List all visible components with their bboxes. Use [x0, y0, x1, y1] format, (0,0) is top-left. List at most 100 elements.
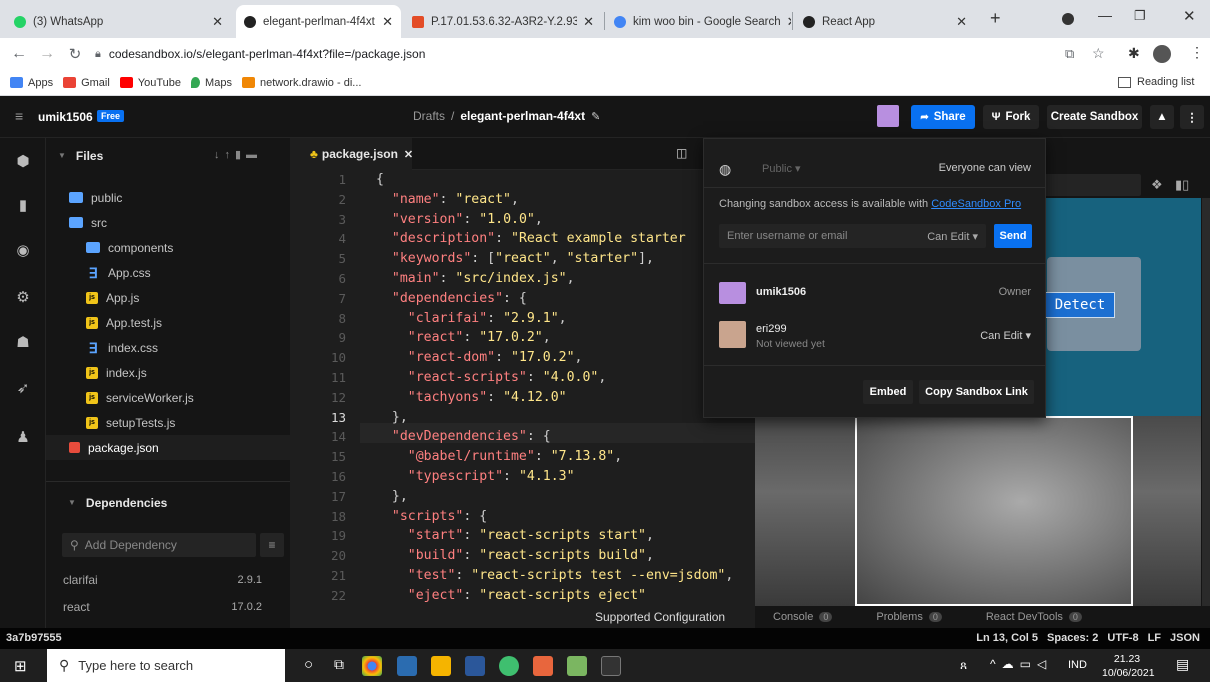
- preview-scrollbar[interactable]: [1202, 198, 1210, 606]
- add-dependency-input[interactable]: ⚲ Add Dependency: [62, 533, 256, 557]
- menu-icon[interactable]: ⋮: [1190, 44, 1204, 61]
- file-tree-item[interactable]: js App.test.js: [46, 310, 290, 335]
- code-line[interactable]: "eject": "react-scripts eject": [376, 586, 733, 606]
- hamburger-menu-icon[interactable]: ≡: [15, 108, 23, 124]
- code-line[interactable]: "scripts": {: [376, 507, 733, 527]
- close-tab-icon[interactable]: ✕: [404, 148, 413, 161]
- file-actions-icons[interactable]: ↓↑▮▬: [214, 148, 262, 161]
- visibility-select[interactable]: Public ▾: [762, 162, 801, 175]
- member-role-select[interactable]: Can Edit ▾: [980, 329, 1031, 342]
- bookmark-apps[interactable]: Apps: [10, 77, 53, 89]
- detect-button[interactable]: Detect: [1045, 292, 1115, 318]
- code-line[interactable]: "@babel/runtime": "7.13.8",: [376, 447, 733, 467]
- cursor-position[interactable]: Ln 13, Col 5: [976, 632, 1038, 644]
- preview-layout-icon[interactable]: ▮▯: [1175, 177, 1189, 193]
- indentation[interactable]: Spaces: 2: [1047, 632, 1098, 644]
- file-tree-item[interactable]: ∃ App.css: [46, 260, 290, 285]
- dependencies-section-header[interactable]: ▼ Dependencies: [46, 490, 290, 515]
- breadcrumb-drafts[interactable]: Drafts: [413, 109, 445, 123]
- fork-button[interactable]: Ψ Fork: [983, 105, 1039, 129]
- code-content[interactable]: { "name": "react", "version": "1.0.0", "…: [376, 170, 733, 606]
- file-tree-item[interactable]: src: [46, 210, 290, 235]
- word-taskbar-icon[interactable]: [465, 656, 485, 676]
- code-line[interactable]: },: [376, 408, 733, 428]
- back-arrow-icon[interactable]: ←: [8, 45, 30, 63]
- code-line[interactable]: "dependencies": {: [376, 289, 733, 309]
- code-line[interactable]: "name": "react",: [376, 190, 733, 210]
- more-menu-icon[interactable]: ⋮: [1180, 105, 1204, 129]
- code-line[interactable]: },: [376, 487, 733, 507]
- codesandbox-taskbar-icon[interactable]: [533, 656, 553, 676]
- browser-tab-codesandbox[interactable]: elegant-perlman-4f4xt - Cod ✕: [236, 5, 401, 38]
- notifications-bell-icon[interactable]: ▲: [1150, 105, 1174, 129]
- deploy-rocket-icon[interactable]: ➶: [15, 381, 31, 397]
- avatar[interactable]: [1153, 45, 1171, 63]
- search-icon[interactable]: ◉: [15, 243, 31, 259]
- sandbox-info-icon[interactable]: ⬢: [15, 154, 31, 170]
- code-line[interactable]: "build": "react-scripts build",: [376, 546, 733, 566]
- code-line[interactable]: {: [376, 170, 733, 190]
- code-line[interactable]: "keywords": ["react", "starter"],: [376, 249, 733, 269]
- reading-list-button[interactable]: Reading list: [1118, 76, 1194, 88]
- close-tab-icon[interactable]: ✕: [950, 14, 967, 30]
- bookmark-drawio[interactable]: network.drawio - di...: [241, 77, 361, 89]
- code-line[interactable]: "version": "1.0.0",: [376, 210, 733, 230]
- file-tree-item[interactable]: package.json: [46, 435, 290, 460]
- add-dependency-menu-icon[interactable]: ≡: [260, 533, 284, 557]
- people-icon[interactable]: ጸ: [960, 658, 967, 673]
- windows-start-icon[interactable]: ⊞: [14, 657, 27, 675]
- dependency-row[interactable]: react 17.0.2: [46, 594, 290, 619]
- code-line[interactable]: "react-scripts": "4.0.0",: [376, 368, 733, 388]
- input-language[interactable]: IND: [1068, 659, 1087, 671]
- react-devtools-tab[interactable]: React DevTools: [986, 611, 1063, 623]
- file-tree-item[interactable]: js serviceWorker.js: [46, 385, 290, 410]
- notifications-icon[interactable]: ▤: [1176, 656, 1189, 673]
- settings-gear-icon[interactable]: ⚙: [15, 290, 31, 306]
- bookmark-gmail[interactable]: Gmail: [63, 77, 110, 89]
- clock[interactable]: 21.23 10/06/2021: [1102, 652, 1155, 680]
- install-icon[interactable]: ⧉: [1065, 46, 1074, 62]
- extensions-icon[interactable]: ✱: [1128, 45, 1140, 62]
- file-tree-item[interactable]: components: [46, 235, 290, 260]
- console-tab[interactable]: Console: [773, 611, 813, 623]
- browser-tab-google[interactable]: kim woo bin - Google Search ✕: [606, 5, 791, 38]
- codesandbox-pro-link[interactable]: CodeSandbox Pro: [931, 198, 1021, 210]
- line-ending[interactable]: LF: [1148, 632, 1161, 644]
- maps-taskbar-icon[interactable]: [499, 656, 519, 676]
- files-section-header[interactable]: ▼ Files ↓↑▮▬: [46, 143, 290, 168]
- encoding[interactable]: UTF-8: [1107, 632, 1138, 644]
- invite-input[interactable]: Enter username or email Can Edit ▾: [719, 224, 986, 248]
- forward-arrow-icon[interactable]: →: [36, 45, 58, 63]
- user-avatar-icon[interactable]: [877, 105, 899, 127]
- profile-icon[interactable]: [1062, 13, 1074, 25]
- code-line[interactable]: "description": "React example starter: [376, 229, 733, 249]
- live-users-icon[interactable]: ♟: [15, 430, 31, 446]
- file-tree-item[interactable]: js setupTests.js: [46, 410, 290, 435]
- browser-tab-document[interactable]: P.17.01.53.6.32-A3R2-Y.2.93.0 ✕: [404, 5, 602, 38]
- system-tray-icons[interactable]: ^☁▭◁: [990, 657, 1052, 671]
- cortana-icon[interactable]: ○: [304, 656, 313, 673]
- close-tab-icon[interactable]: ✕: [376, 14, 393, 30]
- problems-tab[interactable]: Problems: [876, 611, 922, 623]
- new-tab-button[interactable]: +: [990, 8, 1001, 29]
- code-line[interactable]: "main": "src/index.js",: [376, 269, 733, 289]
- close-tab-icon[interactable]: ✕: [206, 14, 223, 30]
- taskbar-search-box[interactable]: ⚲ Type here to search: [47, 649, 285, 682]
- close-window-button[interactable]: ✕: [1183, 7, 1196, 25]
- send-invite-button[interactable]: Send: [994, 224, 1032, 248]
- file-tree-item[interactable]: public: [46, 185, 290, 210]
- split-view-icon[interactable]: ◫: [676, 146, 687, 160]
- embed-button[interactable]: Embed: [863, 380, 913, 404]
- code-line[interactable]: "clarifai": "2.9.1",: [376, 309, 733, 329]
- preview-url-field[interactable]: [1041, 174, 1141, 196]
- code-line[interactable]: "react": "17.0.2",: [376, 328, 733, 348]
- language-mode[interactable]: JSON: [1170, 632, 1200, 644]
- editor-tab-package-json[interactable]: ♣ package.json ✕: [290, 138, 413, 170]
- paint-taskbar-icon[interactable]: [567, 656, 587, 676]
- file-explorer-taskbar-icon[interactable]: [431, 656, 451, 676]
- task-view-icon[interactable]: ⧉: [334, 656, 344, 673]
- file-explorer-icon[interactable]: ▮: [15, 198, 31, 214]
- app-taskbar-icon[interactable]: [397, 656, 417, 676]
- star-icon[interactable]: ☆: [1092, 45, 1105, 62]
- minimize-button[interactable]: —: [1098, 7, 1112, 23]
